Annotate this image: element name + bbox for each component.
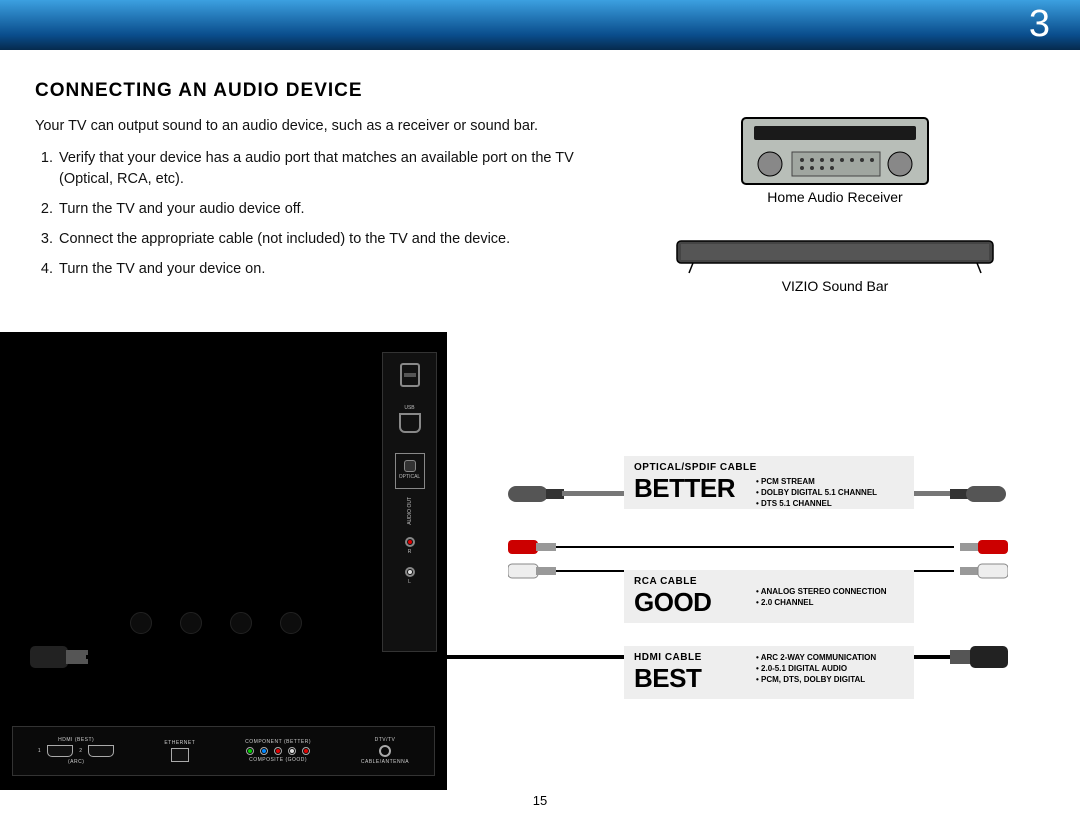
- soundbar-label: VIZIO Sound Bar: [675, 278, 995, 294]
- soundbar-illustration: VIZIO Sound Bar: [675, 225, 995, 294]
- step-item: Turn the TV and your audio device off.: [57, 199, 625, 219]
- bullet: • 2.0-5.1 DIGITAL AUDIO: [756, 663, 876, 674]
- audio-out-label: AUDIO OUT: [407, 497, 413, 525]
- hdmi-side-port-icon: [399, 413, 421, 433]
- rca-connector-right-icon: [952, 538, 1008, 582]
- chapter-number: 3: [1029, 3, 1050, 46]
- usb-port-icon: [400, 363, 420, 387]
- page-number: 15: [533, 793, 547, 808]
- receiver-label: Home Audio Receiver: [740, 189, 930, 205]
- hdmi-connector-right-icon: [950, 642, 1008, 672]
- hdmi-port-icon: [47, 745, 73, 757]
- step-item: Turn the TV and your device on.: [57, 259, 625, 279]
- ethernet-port-icon: [171, 748, 189, 762]
- optical-cable-info: OPTICAL/SPDIF CABLE BETTER • PCM STREAM …: [624, 456, 914, 509]
- composite-l-icon: [288, 747, 296, 755]
- rca-l-port-icon: [405, 567, 415, 577]
- bullet: • PCM, DTS, DOLBY DIGITAL: [756, 674, 876, 685]
- bullet: • DOLBY DIGITAL 5.1 CHANNEL: [756, 487, 877, 498]
- side-port-panel: USB OPTICAL AUDIO OUT R L: [382, 352, 437, 652]
- usb-label: USB: [404, 405, 414, 411]
- bullet: • PCM STREAM: [756, 476, 877, 487]
- receiver-illustration: Home Audio Receiver: [740, 116, 930, 205]
- bullet: • ARC 2-WAY COMMUNICATION: [756, 652, 876, 663]
- component-pr-icon: [274, 747, 282, 755]
- cable-title: OPTICAL/SPDIF CABLE: [634, 462, 904, 473]
- rca-cable-line: [556, 546, 954, 548]
- steps-list: Verify that your device has a audio port…: [35, 148, 625, 279]
- bullet: • DTS 5.1 CHANNEL: [756, 498, 877, 509]
- component-pb-icon: [260, 747, 268, 755]
- hdmi-connector-left-icon: [30, 642, 88, 672]
- optical-connector-right-icon: [950, 480, 1006, 508]
- page-title: CONNECTING AN AUDIO DEVICE: [35, 80, 1045, 102]
- coax-port-icon: [379, 745, 391, 757]
- hdmi-cable-info: HDMI CABLE BEST • ARC 2-WAY COMMUNICATIO…: [624, 646, 914, 699]
- connection-diagram: USB OPTICAL AUDIO OUT R L HDMI (BEST) 1 …: [0, 332, 1080, 792]
- component-y-icon: [246, 747, 254, 755]
- rca-connector-left-icon: [508, 538, 564, 582]
- optical-port-icon: OPTICAL: [395, 453, 425, 489]
- bullet: • 2.0 CHANNEL: [756, 597, 887, 608]
- bottom-port-panel: HDMI (BEST) 1 2 (ARC) ETHERNET COMPONENT…: [12, 726, 435, 776]
- hdmi-port-icon: [88, 745, 114, 757]
- intro-text: Your TV can output sound to an audio dev…: [35, 116, 625, 136]
- optical-connector-left-icon: [508, 480, 564, 508]
- step-item: Verify that your device has a audio port…: [57, 148, 625, 189]
- step-item: Connect the appropriate cable (not inclu…: [57, 229, 625, 249]
- bullet: • ANALOG STEREO CONNECTION: [756, 586, 887, 597]
- tv-rear-panel: USB OPTICAL AUDIO OUT R L HDMI (BEST) 1 …: [0, 332, 447, 790]
- rca-cable-info: RCA CABLE GOOD • ANALOG STEREO CONNECTIO…: [624, 570, 914, 623]
- composite-r-icon: [302, 747, 310, 755]
- rca-r-port-icon: [405, 537, 415, 547]
- chapter-banner: 3: [0, 0, 1080, 50]
